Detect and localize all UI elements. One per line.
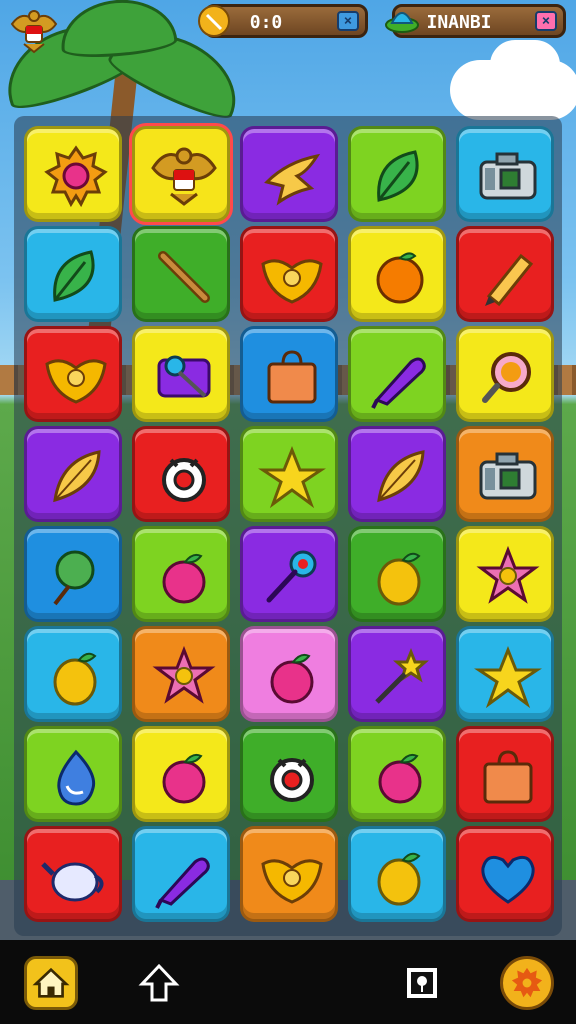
- score-value: 0:0: [249, 12, 283, 33]
- stick-icon: [158, 251, 210, 303]
- tile-r4-c4[interactable]: [348, 426, 446, 522]
- up-arrow-icon: [138, 963, 180, 1002]
- player-close-button[interactable]: ×: [535, 11, 557, 31]
- flower-icon: [152, 645, 216, 704]
- apple-icon: [162, 553, 206, 604]
- card-button[interactable]: [395, 956, 449, 1010]
- bag-icon: [483, 750, 533, 804]
- tile-r1-c1[interactable]: [24, 126, 122, 222]
- tile-r6-c1[interactable]: [24, 626, 122, 722]
- tile-r3-c2[interactable]: [132, 326, 230, 422]
- tile-r2-c2[interactable]: [132, 226, 230, 322]
- lemon-icon: [53, 652, 97, 706]
- tile-r8-c1[interactable]: [24, 826, 122, 922]
- tile-r6-c2[interactable]: [132, 626, 230, 722]
- score-display: 0:0 ×: [198, 4, 368, 38]
- tile-r6-c3[interactable]: [240, 626, 338, 722]
- tile-r8-c4[interactable]: [348, 826, 446, 922]
- shield-wings-icon: [261, 259, 323, 304]
- settings-button[interactable]: [500, 956, 554, 1010]
- tile-r8-c3[interactable]: [240, 826, 338, 922]
- bottom-nav: [0, 940, 576, 1024]
- marker-icon: [371, 357, 426, 409]
- teapot-icon: [41, 862, 104, 902]
- drop-icon: [57, 749, 96, 806]
- tile-r7-c3[interactable]: [240, 726, 338, 822]
- tile-r4-c5[interactable]: [456, 426, 554, 522]
- match-board: [14, 116, 562, 936]
- tile-r7-c4[interactable]: [348, 726, 446, 822]
- wand-star-icon: [375, 647, 429, 704]
- tile-r4-c2[interactable]: [132, 426, 230, 522]
- player-name: INANBI: [426, 12, 492, 33]
- pencil-icon: [485, 253, 534, 307]
- marker-icon: [155, 857, 210, 909]
- bird-icon: [264, 153, 321, 206]
- card-icon: [407, 968, 437, 998]
- tile-r2-c5[interactable]: [456, 226, 554, 322]
- key-icon: [157, 355, 211, 398]
- tile-r1-c5[interactable]: [456, 126, 554, 222]
- tile-r5-c4[interactable]: [348, 526, 446, 622]
- sun-gem-icon: [44, 145, 108, 208]
- orange-icon: [376, 252, 424, 304]
- home-icon: [32, 967, 70, 998]
- tile-r1-c4[interactable]: [348, 126, 446, 222]
- player-display: INANBI ×: [385, 4, 566, 38]
- shield-wings-icon: [45, 359, 107, 404]
- tile-r3-c1[interactable]: [24, 326, 122, 422]
- tile-r4-c3[interactable]: [240, 426, 338, 522]
- camera-icon: [479, 452, 537, 500]
- star-icon: [474, 645, 542, 709]
- tile-r7-c5[interactable]: [456, 726, 554, 822]
- apple-icon: [270, 653, 314, 704]
- tile-r8-c5[interactable]: [456, 826, 554, 922]
- feather-icon: [377, 450, 425, 503]
- shield-wings-icon: [261, 859, 323, 904]
- tile-r3-c5[interactable]: [456, 326, 554, 422]
- ring-icon: [270, 758, 314, 802]
- tile-r1-c3[interactable]: [240, 126, 338, 222]
- ring-icon: [162, 458, 206, 502]
- tile-r1-c2[interactable]: [132, 126, 230, 222]
- tile-r5-c1[interactable]: [24, 526, 122, 622]
- apple-icon: [162, 753, 206, 804]
- tile-r4-c1[interactable]: [24, 426, 122, 522]
- tile-r2-c3[interactable]: [240, 226, 338, 322]
- tile-r7-c2[interactable]: [132, 726, 230, 822]
- tile-r3-c4[interactable]: [348, 326, 446, 422]
- hud: 0:0 × INANBI ×: [0, 0, 576, 54]
- tile-r5-c2[interactable]: [132, 526, 230, 622]
- bag-icon: [267, 350, 317, 404]
- heart-icon: [481, 855, 535, 904]
- garuda-emblem-icon: [10, 10, 58, 54]
- star-icon: [258, 445, 326, 509]
- lemon-icon: [377, 552, 421, 606]
- tile-r7-c1[interactable]: [24, 726, 122, 822]
- tile-r6-c4[interactable]: [348, 626, 446, 722]
- up-button[interactable]: [132, 956, 186, 1010]
- tile-r5-c3[interactable]: [240, 526, 338, 622]
- magnifier-icon: [482, 352, 531, 403]
- apple-icon: [378, 753, 422, 804]
- lollipop-icon: [53, 550, 95, 606]
- flower-icon: [476, 545, 540, 604]
- garuda-emblem-icon: [151, 147, 217, 206]
- home-button[interactable]: [24, 956, 78, 1010]
- tile-r2-c4[interactable]: [348, 226, 446, 322]
- gear-badge-icon: [511, 967, 543, 998]
- tile-r3-c3[interactable]: [240, 326, 338, 422]
- tile-r2-c1[interactable]: [24, 226, 122, 322]
- wand-icon: [266, 550, 317, 603]
- tile-r6-c5[interactable]: [456, 626, 554, 722]
- lemon-icon: [377, 852, 421, 906]
- feather-icon: [53, 450, 101, 503]
- tile-r8-c2[interactable]: [132, 826, 230, 922]
- camera-icon: [479, 152, 537, 200]
- leaf-icon: [53, 250, 95, 302]
- tile-r5-c5[interactable]: [456, 526, 554, 622]
- leaf-icon: [377, 150, 419, 202]
- score-close-button[interactable]: ×: [337, 11, 359, 31]
